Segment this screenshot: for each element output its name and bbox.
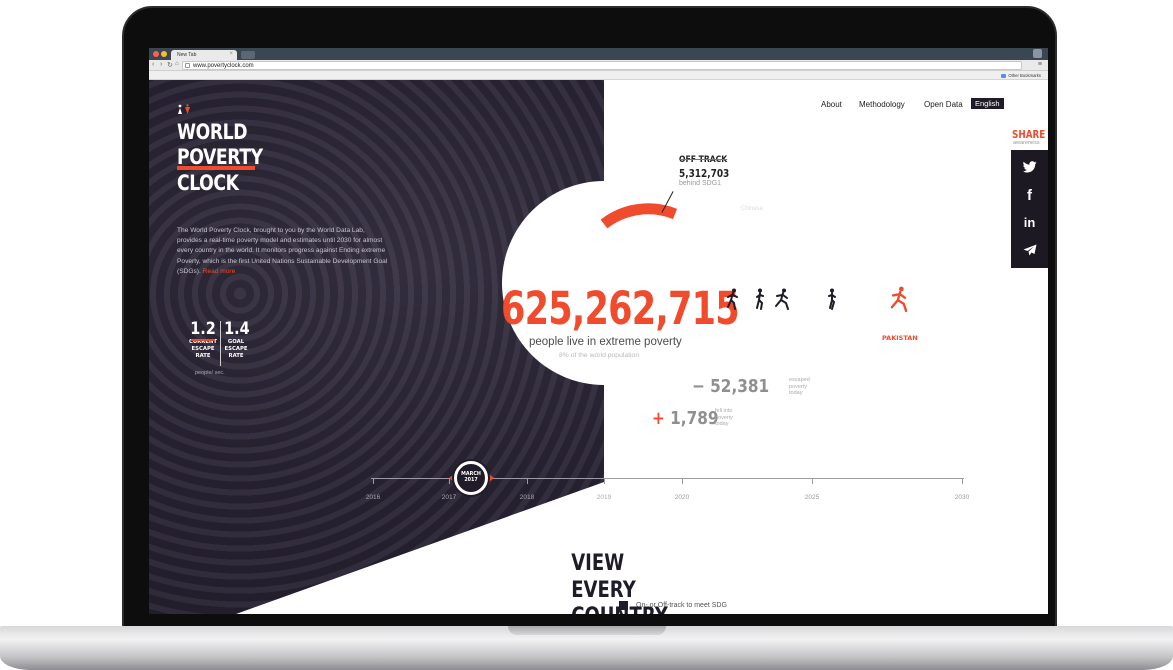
off-track-number: 5,312,703: [679, 168, 730, 180]
timeline-tick: [962, 478, 963, 484]
current-rate-label-3: RATE: [195, 353, 211, 359]
close-window-button[interactable]: [153, 51, 159, 57]
current-rate-label-2: ESCAPE: [191, 346, 215, 352]
timeline-year-2020[interactable]: 2020: [675, 494, 689, 501]
goal-rate-label-2: ESCAPE: [224, 346, 248, 352]
fell-label-line-3: today: [715, 421, 729, 427]
web-page: WORLD POVERTY CLOCK The World Poverty Cl…: [149, 80, 1048, 614]
goal-escape-rate: 1.4 GOAL ESCAPE RATE: [222, 319, 250, 360]
fell-value: 1,789: [664, 408, 719, 429]
plus-sign: +: [652, 408, 665, 429]
goal-rate-label-1: GOAL: [227, 339, 245, 345]
tab-title: New Tab: [177, 52, 197, 58]
timeline-tick: [682, 478, 683, 484]
nav-about[interactable]: About: [821, 100, 842, 109]
page-icon: [185, 63, 190, 68]
timeline-year-2018[interactable]: 2018: [520, 494, 534, 501]
facebook-icon[interactable]: f: [1011, 181, 1048, 209]
off-track-subtitle: behind SDG1: [679, 180, 722, 187]
back-arrow-icon[interactable]: ‹: [152, 61, 154, 68]
url-input[interactable]: www.povertyclock.com: [182, 61, 1022, 70]
people-in-poverty-label: people live in extreme poverty: [529, 336, 682, 348]
view-every-country-line-2: EVERY: [571, 578, 636, 603]
laptop-notch: [508, 626, 666, 635]
share-bar: f in: [1011, 150, 1048, 268]
person-running-red-icon: [890, 286, 908, 312]
rate-divider: [220, 321, 221, 366]
tab-close-icon[interactable]: ×: [229, 51, 233, 57]
timeline-tick: [373, 478, 374, 484]
fell-into-poverty-label: fell into poverty today: [715, 408, 733, 428]
title-clock: CLOCK: [177, 171, 239, 195]
poverty-count: 625,262,715: [501, 282, 740, 335]
profile-icon[interactable]: [1033, 49, 1042, 58]
escaped-label-line-3: today: [789, 390, 803, 396]
goal-rate-label-3: RATE: [228, 353, 244, 359]
current-rate-value: 1.2: [190, 319, 216, 339]
fell-into-poverty-count: + 1,789: [652, 408, 719, 429]
fell-label-line-1: fell into: [715, 408, 733, 414]
timeline-tick: [604, 478, 605, 484]
minimize-window-button[interactable]: [161, 51, 167, 57]
reload-icon[interactable]: ↻: [167, 61, 173, 69]
person-escaping-icon: [775, 288, 789, 310]
home-icon[interactable]: ⌂: [175, 61, 179, 67]
goal-rate-value: 1.4: [224, 319, 250, 339]
view-every-country-line-3: COUNTRY: [571, 604, 668, 614]
timeline-year-2019[interactable]: 2019: [597, 494, 611, 501]
world-population-percentage: 8% of the world population: [559, 352, 640, 359]
country-hint: Chinese: [741, 206, 764, 212]
sdg-legend-note: On- or Off-track to meet SDG: [636, 602, 727, 609]
new-tab-button[interactable]: [241, 51, 255, 59]
tab-bar: New Tab ×: [149, 48, 1048, 60]
legend-square: [619, 601, 628, 610]
person-escaping-icon: [727, 288, 738, 310]
share-subtitle: awareness: [1013, 140, 1040, 146]
tab-new-tab[interactable]: New Tab ×: [171, 50, 237, 60]
linkedin-icon[interactable]: in: [1011, 208, 1048, 236]
laptop-frame: New Tab × ‹ › ↻ ⌂ www.povertyclock.com ≡…: [0, 0, 1173, 670]
title-underline: [177, 166, 255, 170]
person-escaping-icon: [828, 288, 836, 310]
intro-paragraph: The World Poverty Clock, brought to you …: [177, 226, 391, 277]
other-bookmarks[interactable]: Other Bookmarks: [998, 71, 1044, 78]
marker-year: 2017: [464, 478, 478, 483]
menu-icon[interactable]: ≡: [1038, 61, 1042, 68]
timeline-date-marker[interactable]: MARCH 2017: [454, 461, 488, 495]
browser-window: New Tab × ‹ › ↻ ⌂ www.povertyclock.com ≡…: [149, 48, 1048, 614]
person-escaping-icon: [756, 288, 764, 310]
url-text: www.povertyclock.com: [193, 63, 254, 69]
nav-methodology[interactable]: Methodology: [859, 100, 905, 109]
escaped-poverty-count: − 52,381: [692, 376, 770, 397]
timeline-tick: [527, 478, 528, 484]
site-logo-icon[interactable]: [177, 104, 191, 115]
escaped-poverty-label: escaped poverty today: [789, 377, 810, 397]
off-track-label: OFF TRACK: [679, 155, 728, 165]
send-icon[interactable]: [1011, 236, 1048, 264]
timeline-year-2025[interactable]: 2025: [805, 494, 819, 501]
address-bar-row: ‹ › ↻ ⌂ www.povertyclock.com ≡: [149, 60, 1048, 71]
twitter-icon[interactable]: [1011, 153, 1048, 181]
timeline-year-2030[interactable]: 2030: [955, 494, 969, 501]
timeline-year-2016[interactable]: 2016: [366, 494, 380, 501]
escaped-label-line-1: escaped: [789, 377, 810, 383]
country-label[interactable]: PAKISTAN: [882, 334, 918, 342]
view-every-country-line-1: VIEW: [571, 551, 625, 576]
timeline-year-2017[interactable]: 2017: [442, 494, 456, 501]
read-more-link[interactable]: Read more: [203, 268, 236, 275]
current-rate-underline: [191, 339, 215, 341]
title-world: WORLD: [177, 120, 248, 144]
rate-unit: people/ sec.: [195, 370, 225, 376]
forward-arrow-icon[interactable]: ›: [160, 61, 162, 68]
nav-open-data[interactable]: Open Data: [924, 100, 963, 109]
timeline-tick: [812, 478, 813, 484]
language-button[interactable]: English: [971, 98, 1004, 109]
timeline-forward-arrow-icon[interactable]: [489, 474, 494, 482]
bookmarks-bar: ATP-DesignMinimalistInbekDesign tools3D …: [149, 71, 1048, 80]
